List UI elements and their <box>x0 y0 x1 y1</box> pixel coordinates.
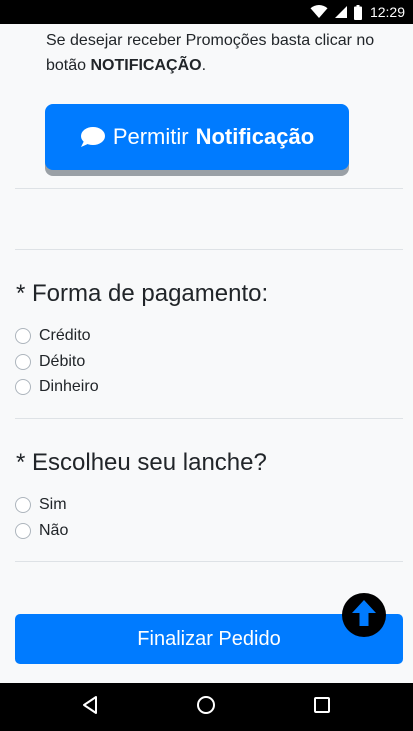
promo-text: Se desejar receber Promoções basta clica… <box>46 28 386 78</box>
radio-option-dinheiro[interactable]: Dinheiro <box>15 376 99 398</box>
allow-notification-label-regular: Permitir <box>112 124 189 149</box>
radio-option-credito[interactable]: Crédito <box>15 325 91 347</box>
payment-section-title: * Forma de pagamento: <box>16 280 269 307</box>
home-button[interactable] <box>194 695 218 719</box>
radio-button[interactable] <box>15 354 31 370</box>
page-content: Se desejar receber Promoções basta clica… <box>0 24 413 683</box>
status-time: 12:29 <box>369 4 405 20</box>
divider <box>15 418 403 419</box>
allow-notification-label-bold: Notificação <box>195 124 315 149</box>
home-icon <box>196 695 216 719</box>
recents-button[interactable] <box>310 695 334 719</box>
radio-option-sim[interactable]: Sim <box>15 494 67 516</box>
promo-text-bold: NOTIFICAÇÃO <box>90 57 202 74</box>
back-icon <box>81 695 99 719</box>
arrow-up-icon <box>349 598 379 632</box>
sandwich-section-title: * Escolheu seu lanche? <box>16 449 267 476</box>
allow-notification-button[interactable]: Permitir Notificação <box>45 104 349 170</box>
status-bar: 12:29 <box>0 0 413 24</box>
radio-button[interactable] <box>15 379 31 395</box>
divider <box>15 249 403 250</box>
scroll-to-top-button[interactable] <box>342 593 386 637</box>
radio-label: Sim <box>39 496 67 513</box>
radio-option-debito[interactable]: Débito <box>15 351 85 373</box>
back-button[interactable] <box>78 695 102 719</box>
recents-icon <box>313 696 331 718</box>
divider <box>15 188 403 189</box>
divider <box>15 561 403 562</box>
navigation-bar <box>0 683 413 731</box>
status-icons: 12:29 <box>310 0 405 24</box>
battery-icon <box>353 4 362 20</box>
radio-label: Crédito <box>39 327 91 344</box>
radio-label: Dinheiro <box>39 378 99 395</box>
radio-button[interactable] <box>15 328 31 344</box>
radio-label: Débito <box>39 353 86 370</box>
radio-button[interactable] <box>15 523 31 539</box>
signal-icon <box>334 5 348 19</box>
radio-option-nao[interactable]: Não <box>15 520 68 542</box>
radio-button[interactable] <box>15 497 31 513</box>
radio-label: Não <box>39 522 69 539</box>
wifi-icon <box>310 5 328 19</box>
chat-bubble-icon <box>80 126 106 148</box>
promo-text-suffix: . <box>201 57 207 74</box>
